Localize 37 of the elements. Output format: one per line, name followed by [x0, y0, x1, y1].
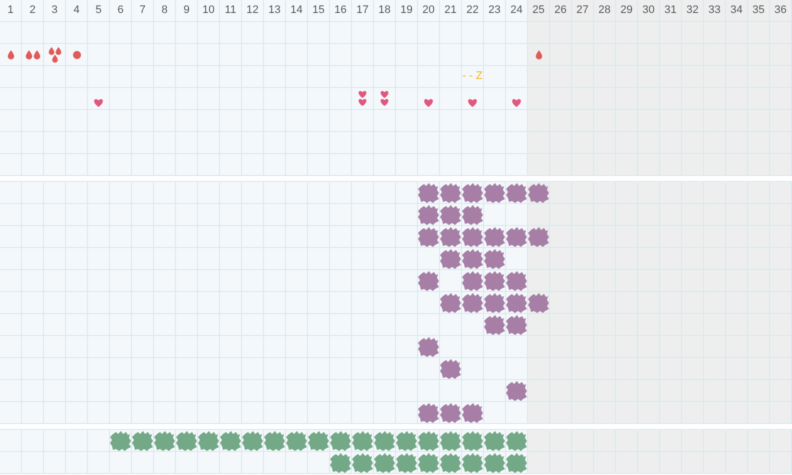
- day-label: 5: [88, 0, 110, 22]
- day-label: 12: [242, 0, 264, 22]
- day-label: 14: [286, 0, 308, 22]
- day-label: 18: [374, 0, 396, 22]
- day-label: 30: [638, 0, 660, 22]
- day-label: 26: [550, 0, 572, 22]
- day-label: 16: [330, 0, 352, 22]
- day-label: 13: [264, 0, 286, 22]
- day-label: 31: [660, 0, 682, 22]
- day-label: 4: [66, 0, 88, 22]
- day-label: 35: [748, 0, 770, 22]
- day-label: 32: [682, 0, 704, 22]
- day-label: 25: [528, 0, 550, 22]
- day-label: 3: [44, 0, 66, 22]
- day-label: 29: [616, 0, 638, 22]
- day-label: 10: [198, 0, 220, 22]
- day-label: 24: [506, 0, 528, 22]
- day-label: 7: [132, 0, 154, 22]
- day-label: 6: [110, 0, 132, 22]
- day-label: 9: [176, 0, 198, 22]
- day-label: 2: [22, 0, 44, 22]
- day-label: 23: [484, 0, 506, 22]
- day-label: 34: [726, 0, 748, 22]
- day-label: 21: [440, 0, 462, 22]
- sleep-label: - - Z: [462, 71, 483, 82]
- day-label: 28: [594, 0, 616, 22]
- day-label: 19: [396, 0, 418, 22]
- day-label: 1: [0, 0, 22, 22]
- day-label: 11: [220, 0, 242, 22]
- day-label: 33: [704, 0, 726, 22]
- day-label: 36: [770, 0, 792, 22]
- day-label: 8: [154, 0, 176, 22]
- day-label: 15: [308, 0, 330, 22]
- day-label: 17: [352, 0, 374, 22]
- day-label: 27: [572, 0, 594, 22]
- day-label: 20: [418, 0, 440, 22]
- day-label: 22: [462, 0, 484, 22]
